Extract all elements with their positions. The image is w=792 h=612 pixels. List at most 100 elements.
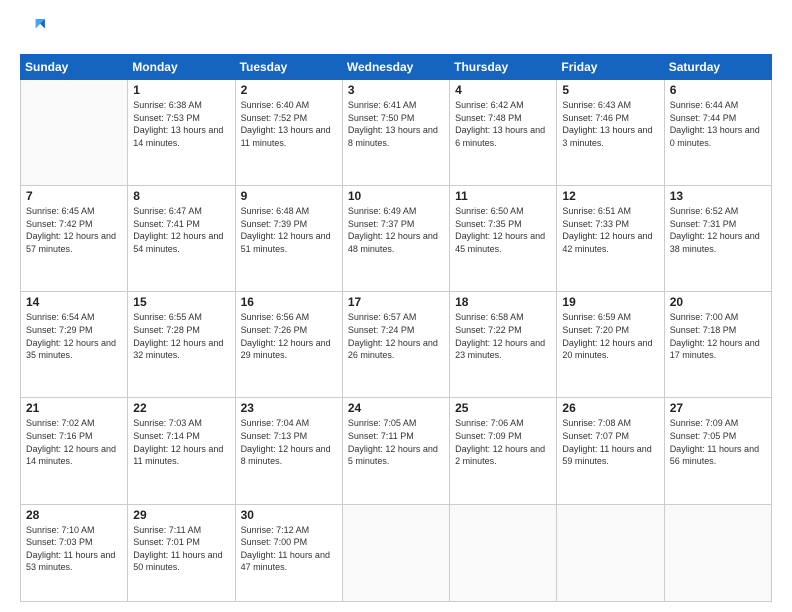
day-number: 15 [133, 295, 229, 309]
day-number: 25 [455, 401, 551, 415]
calendar-cell: 7 Sunrise: 6:45 AMSunset: 7:42 PMDaylight… [21, 186, 128, 292]
weekday-header: Tuesday [235, 55, 342, 80]
calendar-cell: 23 Sunrise: 7:04 AMSunset: 7:13 PMDayligh… [235, 398, 342, 504]
day-detail: Sunrise: 6:52 AMSunset: 7:31 PMDaylight:… [670, 205, 766, 255]
day-number: 23 [241, 401, 337, 415]
day-detail: Sunrise: 7:05 AMSunset: 7:11 PMDaylight:… [348, 417, 444, 467]
day-number: 5 [562, 83, 658, 97]
day-number: 14 [26, 295, 122, 309]
day-detail: Sunrise: 7:08 AMSunset: 7:07 PMDaylight:… [562, 417, 658, 467]
day-number: 10 [348, 189, 444, 203]
page: SundayMondayTuesdayWednesdayThursdayFrid… [0, 0, 792, 612]
logo-icon [20, 16, 48, 44]
day-detail: Sunrise: 6:43 AMSunset: 7:46 PMDaylight:… [562, 99, 658, 149]
day-number: 18 [455, 295, 551, 309]
day-number: 9 [241, 189, 337, 203]
day-number: 13 [670, 189, 766, 203]
calendar-cell: 21 Sunrise: 7:02 AMSunset: 7:16 PMDayligh… [21, 398, 128, 504]
day-number: 28 [26, 508, 122, 522]
calendar-cell: 8 Sunrise: 6:47 AMSunset: 7:41 PMDaylight… [128, 186, 235, 292]
calendar-cell: 11 Sunrise: 6:50 AMSunset: 7:35 PMDayligh… [450, 186, 557, 292]
day-detail: Sunrise: 6:42 AMSunset: 7:48 PMDaylight:… [455, 99, 551, 149]
calendar-cell: 20 Sunrise: 7:00 AMSunset: 7:18 PMDayligh… [664, 292, 771, 398]
day-number: 26 [562, 401, 658, 415]
calendar-cell: 4 Sunrise: 6:42 AMSunset: 7:48 PMDaylight… [450, 80, 557, 186]
calendar-cell: 24Sunrise: 7:05 AMSunset: 7:11 PMDayligh… [342, 398, 449, 504]
calendar-cell: 15 Sunrise: 6:55 AMSunset: 7:28 PMDayligh… [128, 292, 235, 398]
calendar-cell [450, 504, 557, 601]
calendar-cell: 14Sunrise: 6:54 AMSunset: 7:29 PMDayligh… [21, 292, 128, 398]
calendar-table: SundayMondayTuesdayWednesdayThursdayFrid… [20, 54, 772, 602]
day-detail: Sunrise: 7:04 AMSunset: 7:13 PMDaylight:… [241, 417, 337, 467]
calendar-cell: 28 Sunrise: 7:10 AMSunset: 7:03 PMDayligh… [21, 504, 128, 601]
day-detail: Sunrise: 6:45 AMSunset: 7:42 PMDaylight:… [26, 205, 122, 255]
day-detail: Sunrise: 6:41 AMSunset: 7:50 PMDaylight:… [348, 99, 444, 149]
day-number: 17 [348, 295, 444, 309]
calendar-cell [21, 80, 128, 186]
day-detail: Sunrise: 6:55 AMSunset: 7:28 PMDaylight:… [133, 311, 229, 361]
day-number: 16 [241, 295, 337, 309]
calendar-cell [557, 504, 664, 601]
day-detail: Sunrise: 7:03 AMSunset: 7:14 PMDaylight:… [133, 417, 229, 467]
day-detail: Sunrise: 6:58 AMSunset: 7:22 PMDaylight:… [455, 311, 551, 361]
calendar-cell [342, 504, 449, 601]
day-number: 4 [455, 83, 551, 97]
day-detail: Sunrise: 7:06 AMSunset: 7:09 PMDaylight:… [455, 417, 551, 467]
day-number: 2 [241, 83, 337, 97]
day-detail: Sunrise: 7:10 AMSunset: 7:03 PMDaylight:… [26, 524, 122, 574]
day-detail: Sunrise: 6:49 AMSunset: 7:37 PMDaylight:… [348, 205, 444, 255]
day-number: 19 [562, 295, 658, 309]
day-number: 21 [26, 401, 122, 415]
day-detail: Sunrise: 6:57 AMSunset: 7:24 PMDaylight:… [348, 311, 444, 361]
calendar-cell: 25 Sunrise: 7:06 AMSunset: 7:09 PMDayligh… [450, 398, 557, 504]
day-detail: Sunrise: 7:00 AMSunset: 7:18 PMDaylight:… [670, 311, 766, 361]
day-number: 29 [133, 508, 229, 522]
day-detail: Sunrise: 6:47 AMSunset: 7:41 PMDaylight:… [133, 205, 229, 255]
day-detail: Sunrise: 6:38 AMSunset: 7:53 PMDaylight:… [133, 99, 229, 149]
calendar-cell: 17 Sunrise: 6:57 AMSunset: 7:24 PMDayligh… [342, 292, 449, 398]
calendar-cell: 26 Sunrise: 7:08 AMSunset: 7:07 PMDayligh… [557, 398, 664, 504]
day-number: 27 [670, 401, 766, 415]
day-detail: Sunrise: 6:44 AMSunset: 7:44 PMDaylight:… [670, 99, 766, 149]
day-number: 8 [133, 189, 229, 203]
calendar-cell: 1 Sunrise: 6:38 AMSunset: 7:53 PMDaylight… [128, 80, 235, 186]
weekday-header: Thursday [450, 55, 557, 80]
day-number: 20 [670, 295, 766, 309]
day-number: 11 [455, 189, 551, 203]
day-number: 3 [348, 83, 444, 97]
day-detail: Sunrise: 6:59 AMSunset: 7:20 PMDaylight:… [562, 311, 658, 361]
day-number: 22 [133, 401, 229, 415]
day-detail: Sunrise: 7:12 AMSunset: 7:00 PMDaylight:… [241, 524, 337, 574]
day-detail: Sunrise: 6:40 AMSunset: 7:52 PMDaylight:… [241, 99, 337, 149]
calendar-cell: 27 Sunrise: 7:09 AMSunset: 7:05 PMDayligh… [664, 398, 771, 504]
calendar-cell: 5 Sunrise: 6:43 AMSunset: 7:46 PMDaylight… [557, 80, 664, 186]
calendar-cell: 16 Sunrise: 6:56 AMSunset: 7:26 PMDayligh… [235, 292, 342, 398]
day-detail: Sunrise: 6:48 AMSunset: 7:39 PMDaylight:… [241, 205, 337, 255]
day-detail: Sunrise: 6:50 AMSunset: 7:35 PMDaylight:… [455, 205, 551, 255]
calendar-cell [664, 504, 771, 601]
calendar-cell: 13 Sunrise: 6:52 AMSunset: 7:31 PMDayligh… [664, 186, 771, 292]
day-number: 12 [562, 189, 658, 203]
calendar-cell: 22 Sunrise: 7:03 AMSunset: 7:14 PMDayligh… [128, 398, 235, 504]
weekday-header: Sunday [21, 55, 128, 80]
day-number: 6 [670, 83, 766, 97]
weekday-header: Monday [128, 55, 235, 80]
day-number: 30 [241, 508, 337, 522]
day-detail: Sunrise: 6:56 AMSunset: 7:26 PMDaylight:… [241, 311, 337, 361]
day-detail: Sunrise: 7:09 AMSunset: 7:05 PMDaylight:… [670, 417, 766, 467]
calendar-cell: 9 Sunrise: 6:48 AMSunset: 7:39 PMDaylight… [235, 186, 342, 292]
calendar-cell: 18 Sunrise: 6:58 AMSunset: 7:22 PMDayligh… [450, 292, 557, 398]
weekday-header: Friday [557, 55, 664, 80]
day-detail: Sunrise: 7:02 AMSunset: 7:16 PMDaylight:… [26, 417, 122, 467]
calendar-cell: 3 Sunrise: 6:41 AMSunset: 7:50 PMDaylight… [342, 80, 449, 186]
calendar-cell: 2 Sunrise: 6:40 AMSunset: 7:52 PMDaylight… [235, 80, 342, 186]
day-number: 7 [26, 189, 122, 203]
calendar-cell: 12Sunrise: 6:51 AMSunset: 7:33 PMDayligh… [557, 186, 664, 292]
calendar-cell: 19 Sunrise: 6:59 AMSunset: 7:20 PMDayligh… [557, 292, 664, 398]
header [20, 16, 772, 44]
calendar-cell: 29Sunrise: 7:11 AMSunset: 7:01 PMDayligh… [128, 504, 235, 601]
calendar-cell: 10 Sunrise: 6:49 AMSunset: 7:37 PMDayligh… [342, 186, 449, 292]
weekday-header: Saturday [664, 55, 771, 80]
day-number: 1 [133, 83, 229, 97]
weekday-header: Wednesday [342, 55, 449, 80]
